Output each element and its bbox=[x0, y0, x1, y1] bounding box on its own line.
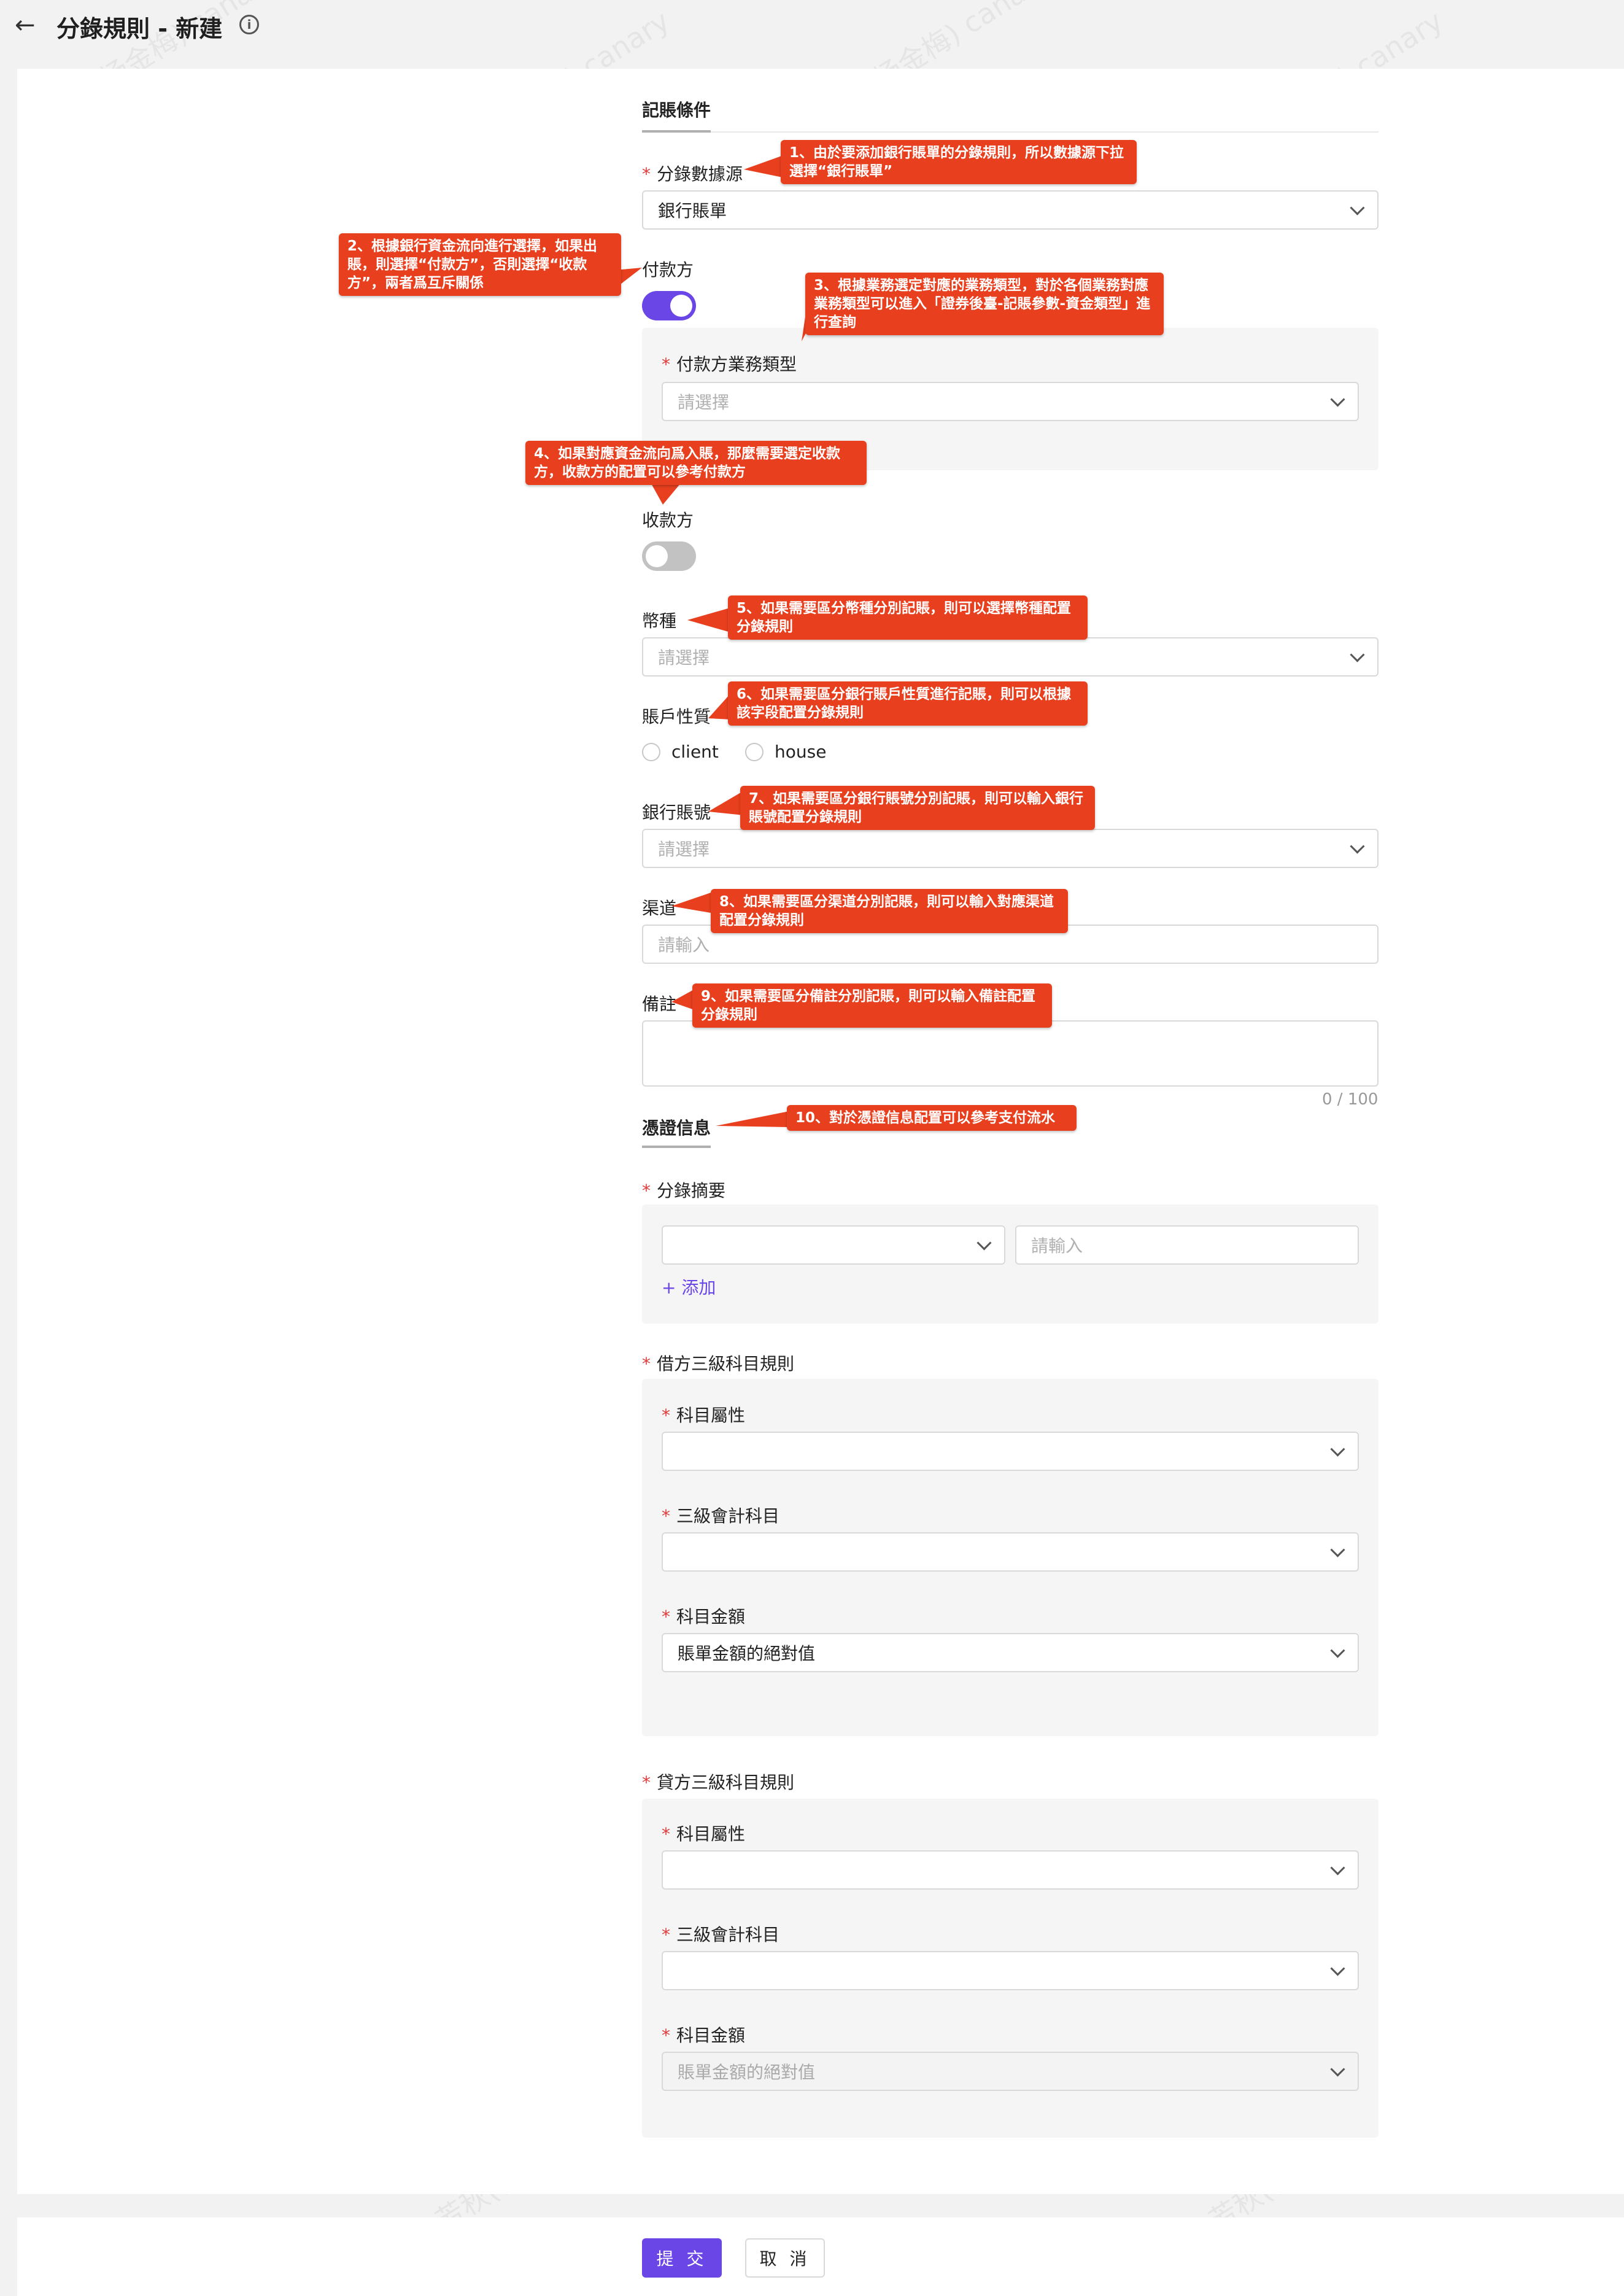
annotation-callout: 4、如果對應資金流向爲入賬，那麼需要選定收款方，收款方的配置可以參考付款方 bbox=[525, 441, 867, 485]
annotation-callout: 8、如果需要區分渠道分別記賬，則可以輸入對應渠道配置分錄規則 bbox=[711, 889, 1068, 933]
annotation-callout: 1、由於要添加銀行賬單的分錄規則，所以數據源下拉選擇“銀行賬單” bbox=[781, 140, 1137, 184]
annotation-callout: 10、對於憑證信息配置可以參考支付流水 bbox=[787, 1105, 1077, 1131]
annotation-callout: 6、如果需要區分銀行賬戶性質進行記賬，則可以根據該字段配置分錄規則 bbox=[728, 681, 1088, 726]
annotation-callout: 5、如果需要區分幣種分別記賬，則可以選擇幣種配置分錄規則 bbox=[728, 595, 1088, 640]
annotation-callout: 9、如果需要區分備註分別記賬，則可以輸入備註配置分錄規則 bbox=[692, 983, 1052, 1028]
annotation-callout: 7、如果需要區分銀行賬號分別記賬，則可以輸入銀行賬號配置分錄規則 bbox=[740, 786, 1095, 830]
annotation-callout: 3、根據業務選定對應的業務類型，對於各個業務對應業務類型可以進入「證券後臺-記賬… bbox=[805, 273, 1164, 335]
annotation-callout: 2、根據銀行資金流向進行選擇，如果出賬，則選擇“付款方”，否則選擇“收款方”，兩… bbox=[339, 233, 621, 296]
callout-arrows bbox=[615, 152, 836, 1127]
